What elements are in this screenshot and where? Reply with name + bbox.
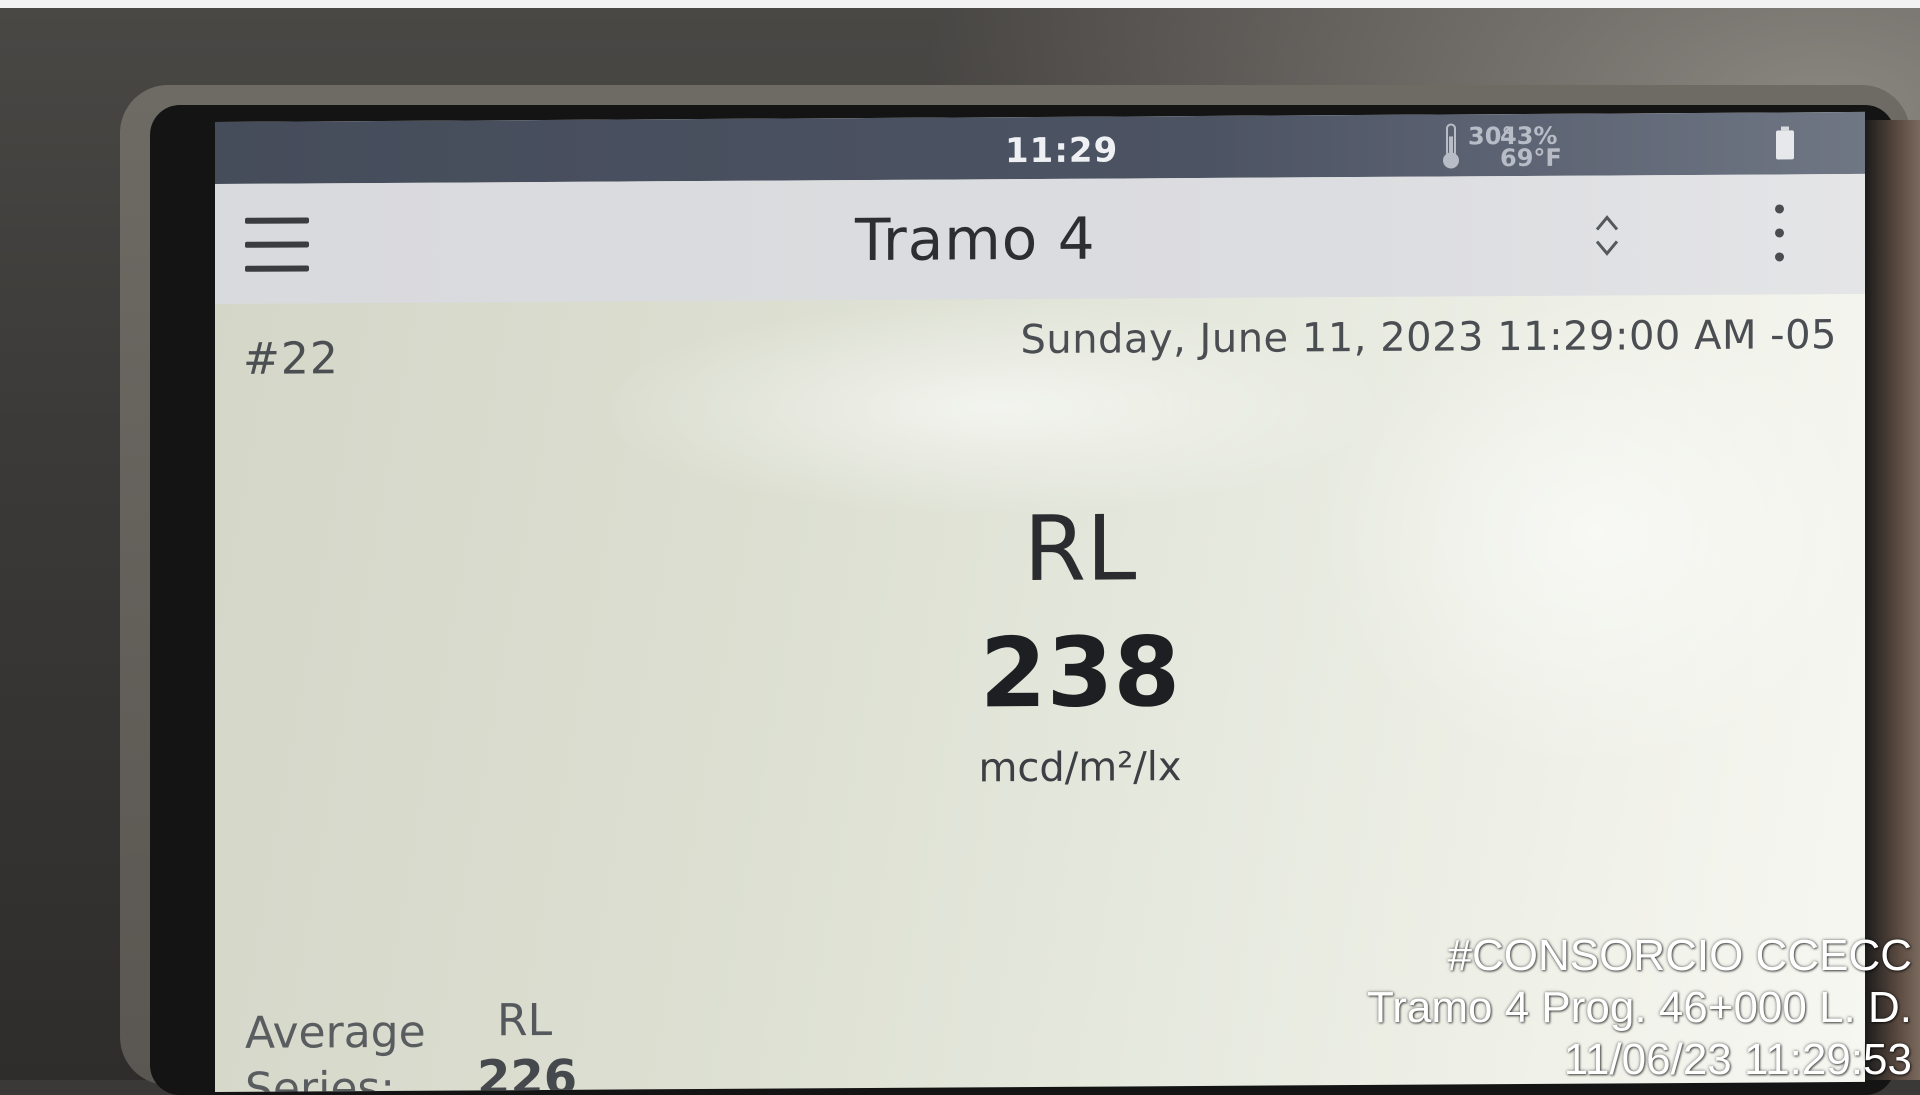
- status-bar: 11:29 30° 43% 69°F: [215, 111, 1865, 184]
- series-average-label: Average Series:: [245, 1005, 426, 1092]
- page-title: Tramo 4: [855, 204, 1096, 275]
- measurement-timestamp: Sunday, June 11, 2023 11:29:00 AM -05: [1020, 312, 1837, 364]
- metric-label: RL: [1023, 496, 1137, 603]
- photo-top-edge: [0, 0, 1920, 8]
- record-number: #22: [243, 333, 339, 385]
- series-average-metric: RL: [497, 994, 553, 1047]
- metric-unit: mcd/m²/lx: [978, 744, 1182, 792]
- series-average-label-line2: Series:: [245, 1062, 396, 1093]
- thermometer-icon: [1443, 123, 1459, 169]
- metric-value: 238: [979, 616, 1181, 730]
- environment-readout: 30° 43% 69°F: [1440, 118, 1580, 175]
- photo-watermark: #CONSORCIO CCECC Tramo 4 Prog. 46+000 L.…: [1367, 930, 1912, 1086]
- watermark-line-3: 11/06/23 11:29:53: [1563, 1035, 1912, 1084]
- app-bar: Tramo 4: [215, 173, 1865, 304]
- status-time: 11:29: [1005, 130, 1119, 172]
- sort-icon[interactable]: [1593, 211, 1621, 259]
- temperature-fahrenheit: 69°F: [1500, 143, 1562, 173]
- menu-icon[interactable]: [245, 217, 309, 279]
- battery-icon: [1776, 126, 1794, 160]
- series-average-value: 226: [477, 1049, 578, 1093]
- more-vert-icon[interactable]: [1775, 204, 1787, 274]
- watermark-line-2: Tramo 4 Prog. 46+000 L. D.: [1367, 983, 1912, 1032]
- watermark-line-1: #CONSORCIO CCECC: [1447, 931, 1913, 980]
- series-average-label-line1: Average: [245, 1006, 426, 1059]
